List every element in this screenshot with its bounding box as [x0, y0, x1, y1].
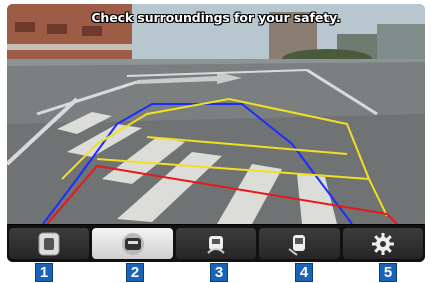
callout-4: 4	[295, 263, 313, 282]
callout-5: 5	[379, 263, 397, 282]
side-view-button[interactable]	[259, 228, 340, 259]
side-view-icon	[288, 234, 306, 256]
callout-3: 3	[210, 263, 228, 282]
view-mode-toolbar	[7, 225, 425, 262]
top-view-icon	[38, 232, 60, 255]
settings-button[interactable]	[342, 228, 424, 259]
rear-view-button[interactable]	[92, 228, 173, 259]
settings-icon	[371, 232, 394, 255]
rear-wide-view-button[interactable]	[175, 228, 257, 259]
rear-view-icon	[121, 232, 144, 255]
top-view-button[interactable]	[9, 228, 90, 259]
callout-2: 2	[126, 263, 144, 282]
safety-warning-text: Check surroundings for your safety.	[91, 10, 341, 25]
camera-display: Check surroundings for your safety.	[7, 4, 425, 262]
rear-camera-view	[7, 4, 425, 224]
callout-1: 1	[35, 263, 53, 282]
rear-wide-view-icon	[207, 235, 225, 254]
